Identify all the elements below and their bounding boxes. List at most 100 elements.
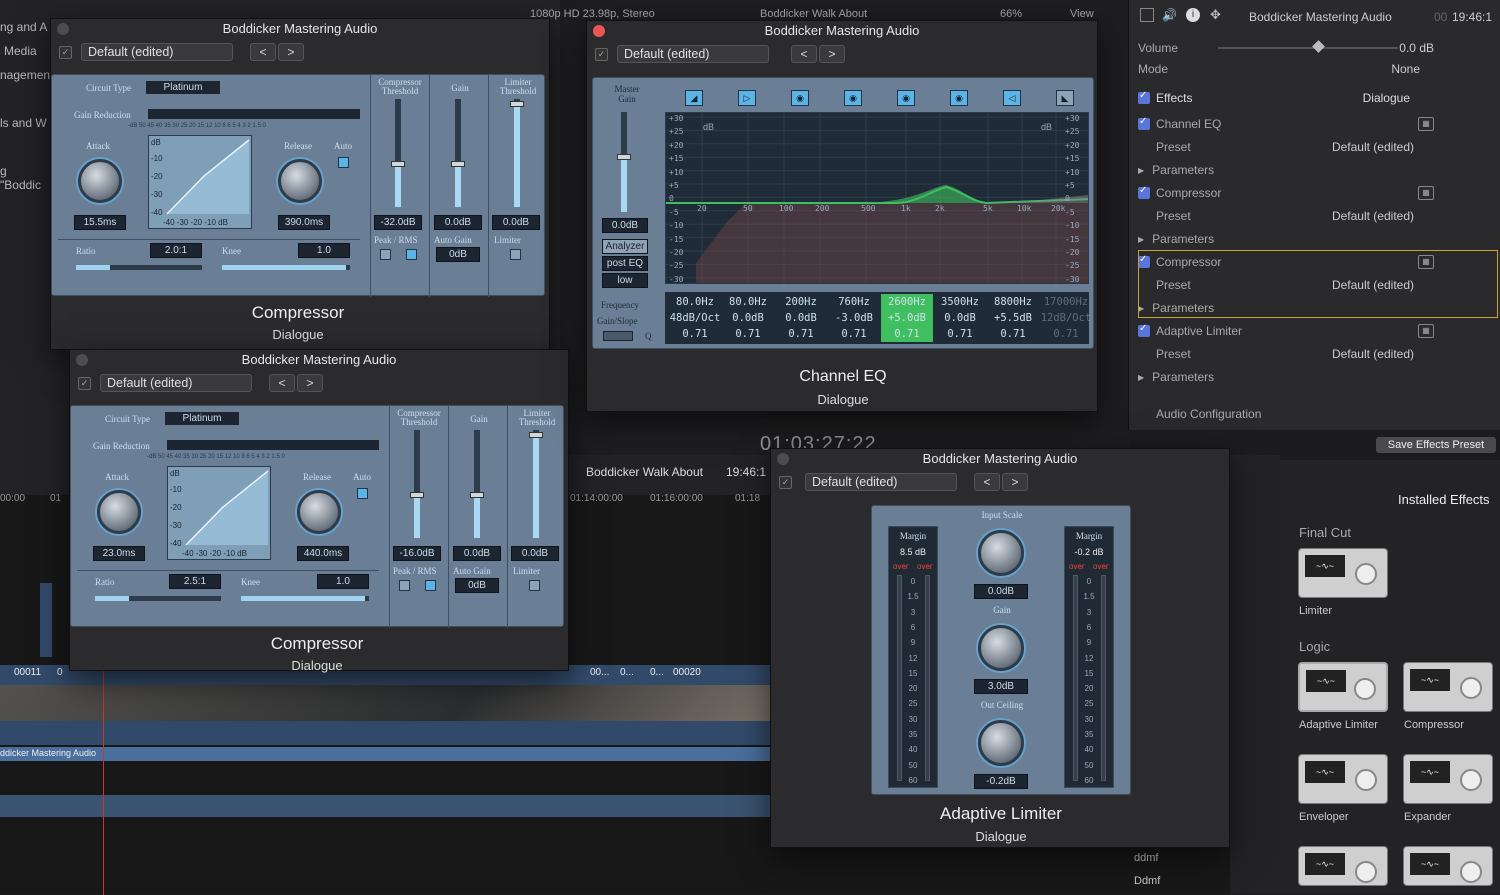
knee-slider[interactable] [241, 596, 369, 601]
effect-editor-icon[interactable]: ▦ [1418, 324, 1434, 338]
eq-band-column[interactable]: 760Hz -3.0dB 0.71 [828, 294, 880, 342]
band-frequency[interactable]: 760Hz [828, 296, 880, 308]
video-track[interactable]: 00011 0 00... 0... 0... 00020 [0, 665, 770, 745]
gain-fader[interactable] [470, 430, 484, 538]
next-preset-button[interactable]: > [297, 374, 323, 392]
circuit-type-dropdown[interactable]: Platinum [165, 412, 239, 425]
volume-slider[interactable] [1218, 47, 1398, 49]
eq-graph[interactable] [665, 112, 1089, 284]
band-q[interactable]: 0.71 [828, 328, 880, 340]
resolution-dropdown[interactable]: low [602, 273, 648, 288]
master-gain-fader[interactable] [617, 112, 631, 212]
limiter-threshold-value[interactable]: 0.0dB [492, 215, 540, 230]
band-q[interactable]: 0.71 [1040, 328, 1092, 340]
gain-knob[interactable] [978, 625, 1024, 671]
parameters-row[interactable]: ▶ Parameters [1138, 159, 1494, 181]
ratio-slider[interactable] [95, 596, 221, 601]
band-gain[interactable]: 48dB/Oct [669, 312, 721, 324]
preset-dropdown[interactable]: Default (edited) [100, 374, 252, 392]
eq-band-toggle-icon[interactable]: ◉ [950, 90, 968, 106]
band-frequency[interactable]: 17000Hz [1040, 296, 1092, 308]
preset-value[interactable]: Default (edited) [1332, 209, 1414, 223]
next-preset-button[interactable]: > [1002, 473, 1028, 491]
limiter-threshold-fader[interactable] [529, 430, 543, 538]
window-titlebar[interactable]: Boddicker Mastering Audio [771, 449, 1229, 469]
bypass-checkbox[interactable]: ✓ [59, 46, 72, 59]
release-knob[interactable] [297, 490, 341, 534]
band-frequency[interactable]: 8800Hz [987, 296, 1039, 308]
effect-thumb-limiter[interactable]: ~∿~ [1298, 548, 1388, 598]
analyzer-button[interactable]: Analyzer [602, 239, 648, 254]
attack-knob[interactable] [78, 159, 122, 203]
category-item[interactable]: Ddmf [1134, 875, 1160, 887]
effect-thumb-compressor[interactable]: ~∿~ [1403, 662, 1493, 712]
gain-value[interactable]: 3.0dB [974, 679, 1028, 694]
band-frequency[interactable]: 2600Hz [881, 296, 933, 308]
limiter-threshold-fader[interactable] [510, 99, 524, 207]
compressor-threshold-value[interactable]: -32.0dB [374, 215, 422, 230]
band-gain[interactable]: -3.0dB [828, 312, 880, 324]
eq-band-column[interactable]: 80.0Hz 0.0dB 0.71 [722, 294, 774, 342]
window-titlebar[interactable]: Boddicker Mastering Audio [587, 21, 1097, 41]
eq-band-column[interactable]: 3500Hz 0.0dB 0.71 [934, 294, 986, 342]
effect-enable-checkbox[interactable] [1138, 185, 1150, 199]
band-q[interactable]: 0.71 [669, 328, 721, 340]
next-preset-button[interactable]: > [819, 45, 845, 63]
gain-value[interactable]: 0.0dB [434, 215, 482, 230]
band-frequency[interactable]: 80.0Hz [722, 296, 774, 308]
out-ceiling-value[interactable]: -0.2dB [974, 774, 1028, 789]
volume-knob[interactable] [1312, 40, 1325, 53]
eq-band-toggle-icon[interactable]: ◢ [685, 90, 703, 106]
attack-value[interactable]: 15.5ms [74, 215, 126, 230]
timeline-clip-small[interactable] [40, 583, 52, 657]
gain-fader[interactable] [451, 99, 465, 207]
band-gain[interactable]: 0.0dB [775, 312, 827, 324]
mode-value[interactable]: None [1391, 62, 1420, 76]
audio-inspector-icon[interactable]: 🔊 [1162, 8, 1177, 22]
audio-configuration[interactable]: Audio Configuration [1156, 407, 1261, 421]
post-eq-dropdown[interactable]: post EQ [602, 256, 648, 271]
eq-band-toggle-icon[interactable]: ◣ [1056, 90, 1074, 106]
peak-toggle[interactable] [399, 580, 410, 591]
preset-dropdown[interactable]: Default (edited) [617, 45, 769, 63]
mode-row[interactable]: Mode None [1138, 58, 1494, 80]
disclosure-triangle-icon[interactable]: ▶ [1138, 373, 1144, 382]
preset-row[interactable]: Preset Default (edited) [1138, 136, 1494, 158]
effects-value[interactable]: Dialogue [1363, 91, 1410, 105]
input-scale-knob[interactable] [978, 530, 1024, 576]
zoom-level[interactable]: 66% [1000, 8, 1022, 20]
eq-band-column[interactable]: 80.0Hz 48dB/Oct 0.71 [669, 294, 721, 342]
knee-value[interactable]: 1.0 [298, 243, 350, 258]
band-gain[interactable]: 12dB/Oct [1040, 312, 1092, 324]
auto-release-toggle[interactable] [357, 488, 368, 499]
band-gain[interactable]: +5.5dB [987, 312, 1039, 324]
knee-value[interactable]: 1.0 [317, 574, 369, 589]
compressor-threshold-fader[interactable] [391, 99, 405, 207]
close-icon[interactable] [593, 25, 605, 37]
band-gain[interactable]: 0.0dB [934, 312, 986, 324]
effect-thumb-expander[interactable]: ~∿~ [1403, 754, 1493, 804]
eq-band-column[interactable]: 2600Hz +5.0dB 0.71 [881, 294, 933, 342]
attack-knob[interactable] [97, 490, 141, 534]
band-q[interactable]: 0.71 [987, 328, 1039, 340]
category-item[interactable]: ddmf [1134, 852, 1158, 864]
limiter-toggle[interactable] [510, 249, 521, 260]
info-icon[interactable]: i [1186, 8, 1200, 22]
share-icon[interactable]: ✥ [1210, 7, 1221, 23]
disclosure-triangle-icon[interactable]: ▶ [1138, 166, 1144, 175]
eq-band-toggle-icon[interactable]: ◁ [1003, 90, 1021, 106]
band-q[interactable]: 0.71 [881, 328, 933, 340]
release-value[interactable]: 440.0ms [297, 546, 349, 561]
installed-effects-menu[interactable]: Installed Effects [1398, 492, 1490, 507]
prev-preset-button[interactable]: < [791, 45, 817, 63]
effect-thumb[interactable]: ~∿~ [1298, 846, 1388, 886]
eq-band-toggle-icon[interactable]: ◉ [791, 90, 809, 106]
window-titlebar[interactable]: Boddicker Mastering Audio [51, 19, 549, 39]
out-ceiling-knob[interactable] [978, 720, 1024, 766]
band-frequency[interactable]: 200Hz [775, 296, 827, 308]
effects-row[interactable]: Effects Dialogue [1138, 87, 1494, 109]
rms-toggle[interactable] [425, 580, 436, 591]
eq-band-column[interactable]: 200Hz 0.0dB 0.71 [775, 294, 827, 342]
eq-band-column[interactable]: 17000Hz 12dB/Oct 0.71 [1040, 294, 1092, 342]
auto-gain-dropdown[interactable]: 0dB [436, 247, 480, 262]
